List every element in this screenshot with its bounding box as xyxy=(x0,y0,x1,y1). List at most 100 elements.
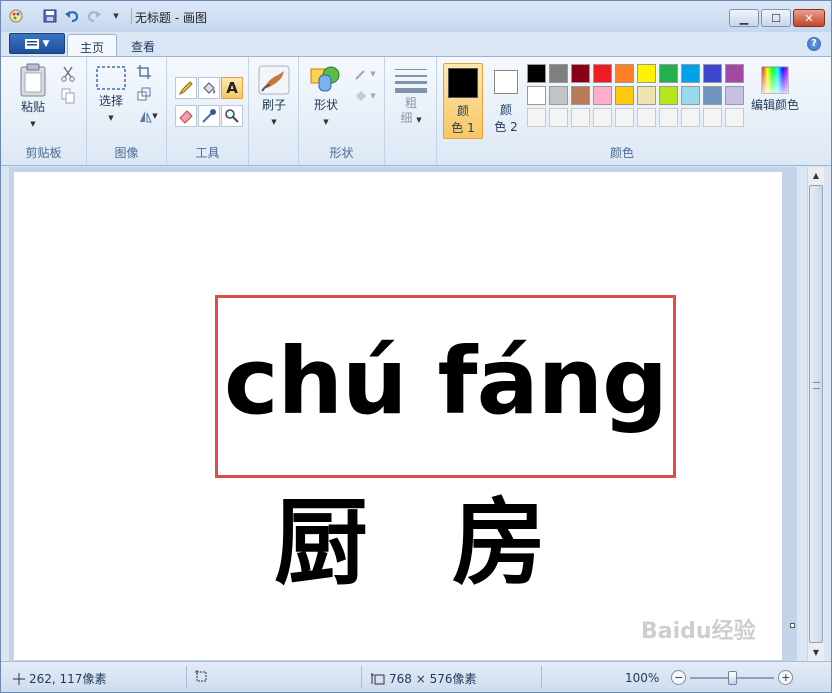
zoom-slider[interactable] xyxy=(690,670,775,685)
color-swatch[interactable] xyxy=(637,86,656,105)
copy-icon[interactable] xyxy=(59,87,77,105)
color-swatch[interactable] xyxy=(571,64,590,83)
empty-color-swatch[interactable] xyxy=(725,108,744,127)
fill-shape-icon[interactable]: ▼ xyxy=(351,87,379,105)
empty-color-swatch[interactable] xyxy=(637,108,656,127)
brushes-button[interactable]: 刷子 ▼ xyxy=(257,65,291,127)
image-size-text: 768 × 576像素 xyxy=(389,672,477,686)
tab-home[interactable]: 主页 xyxy=(67,34,118,56)
tab-view[interactable]: 查看 xyxy=(119,34,167,56)
color-swatch[interactable] xyxy=(615,86,634,105)
color-swatch[interactable] xyxy=(593,86,612,105)
scroll-thumb[interactable] xyxy=(809,185,823,643)
ribbon: 粘贴 ▼ 剪贴板 选择 ▼ ▼ 图像 A 工具 刷子 ▼ 形状 ▼ ▼ ▼ 形状… xyxy=(1,56,831,166)
ribbon-tab-row: ▼ 主页 查看 ? xyxy=(1,32,831,56)
help-icon[interactable]: ? xyxy=(807,37,821,51)
group-colors: 颜 色 1 颜 色 2 编辑颜色 颜色 xyxy=(437,57,807,165)
color-swatch[interactable] xyxy=(527,64,546,83)
color-swatch[interactable] xyxy=(725,86,744,105)
magnifier-icon[interactable] xyxy=(221,105,243,127)
select-rect-icon xyxy=(96,66,126,90)
color-swatch[interactable] xyxy=(593,64,612,83)
minimize-icon: ▁ xyxy=(739,11,749,25)
close-button[interactable]: ✕ xyxy=(793,9,825,27)
color-swatch[interactable] xyxy=(703,86,722,105)
paste-label: 粘贴 xyxy=(20,100,45,114)
zoom-control: 100% − + xyxy=(625,670,794,685)
color1-button[interactable]: 颜 色 1 xyxy=(443,63,483,139)
color-swatch[interactable] xyxy=(549,64,568,83)
chevron-down-icon: ▼ xyxy=(42,38,50,49)
empty-color-swatch[interactable] xyxy=(593,108,612,127)
color-swatch[interactable] xyxy=(549,86,568,105)
resize-icon[interactable] xyxy=(135,85,153,103)
paste-button[interactable]: 粘贴 ▼ xyxy=(11,63,55,129)
pencil-icon[interactable] xyxy=(175,77,197,99)
qat-dropdown-icon[interactable]: ▼ xyxy=(107,7,125,25)
color-swatch[interactable] xyxy=(703,64,722,83)
color-swatch[interactable] xyxy=(659,86,678,105)
empty-color-swatch[interactable] xyxy=(703,108,722,127)
drawing-canvas[interactable]: chú fáng 厨房 xyxy=(14,172,782,660)
group-label-clipboard: 剪贴板 xyxy=(25,146,62,160)
shapes-button[interactable]: 形状 ▼ xyxy=(307,63,345,127)
color-picker-icon[interactable] xyxy=(198,105,220,127)
color-swatch[interactable] xyxy=(527,86,546,105)
vertical-scrollbar[interactable]: ▲ ▼ xyxy=(807,167,824,661)
color2-swatch xyxy=(494,70,518,94)
cut-icon[interactable] xyxy=(59,65,77,83)
canvas-resize-handle[interactable] xyxy=(790,623,795,628)
empty-color-swatch[interactable] xyxy=(681,108,700,127)
group-shapes: 形状 ▼ ▼ ▼ 形状 xyxy=(299,57,385,165)
zoom-slider-knob[interactable] xyxy=(727,671,737,685)
chevron-down-icon: ▼ xyxy=(271,118,277,126)
empty-color-swatch[interactable] xyxy=(615,108,634,127)
color1-label-2: 色 1 xyxy=(451,121,475,135)
empty-color-swatch[interactable] xyxy=(549,108,568,127)
crop-icon[interactable] xyxy=(135,63,153,81)
redo-icon[interactable] xyxy=(85,7,103,25)
color-swatch[interactable] xyxy=(681,86,700,105)
brushes-label: 刷子 xyxy=(261,98,286,112)
group-label-image: 图像 xyxy=(114,146,139,160)
group-size: 粗 细 ▼ xyxy=(385,57,437,165)
color-swatch[interactable] xyxy=(681,64,700,83)
group-label-colors: 颜色 xyxy=(609,146,634,160)
zoom-out-button[interactable]: − xyxy=(671,670,687,685)
text-tool-icon[interactable]: A xyxy=(221,77,243,99)
color-swatch[interactable] xyxy=(615,64,634,83)
zoom-in-button[interactable]: + xyxy=(778,670,794,685)
empty-color-swatch[interactable] xyxy=(571,108,590,127)
size-button[interactable]: 粗 细 ▼ xyxy=(393,67,429,128)
empty-color-swatch[interactable] xyxy=(659,108,678,127)
edit-colors-button[interactable]: 编辑颜色 xyxy=(747,65,803,113)
select-button[interactable]: 选择 ▼ xyxy=(93,65,129,123)
color-swatch[interactable] xyxy=(725,64,744,83)
color2-button[interactable]: 颜 色 2 xyxy=(487,63,525,139)
paint-app-icon[interactable] xyxy=(7,7,25,25)
outline-icon[interactable]: ▼ xyxy=(351,65,379,83)
scroll-up-icon[interactable]: ▲ xyxy=(808,167,824,184)
save-icon[interactable] xyxy=(41,7,59,25)
color-swatch[interactable] xyxy=(571,86,590,105)
canvas-area[interactable]: chú fáng 厨房 xyxy=(9,167,797,661)
hanzi-text: 厨房 xyxy=(274,489,631,598)
status-divider xyxy=(361,666,362,688)
rotate-icon[interactable]: ▼ xyxy=(135,107,161,125)
maximize-button[interactable]: ☐ xyxy=(761,9,791,27)
undo-icon[interactable] xyxy=(63,7,81,25)
minimize-button[interactable]: ▁ xyxy=(729,9,759,27)
image-size-icon xyxy=(371,672,385,684)
eraser-icon[interactable] xyxy=(175,105,197,127)
chevron-down-icon: ▼ xyxy=(108,114,114,122)
color-swatch[interactable] xyxy=(637,64,656,83)
app-menu-button[interactable]: ▼ xyxy=(9,33,65,54)
edit-colors-label: 编辑颜色 xyxy=(750,98,799,112)
scroll-down-icon[interactable]: ▼ xyxy=(808,644,824,661)
zoom-level-text: 100% xyxy=(625,670,660,685)
size-label-2: 细 ▼ xyxy=(400,111,422,125)
color-swatch[interactable] xyxy=(659,64,678,83)
empty-color-swatch[interactable] xyxy=(527,108,546,127)
fill-icon[interactable] xyxy=(198,77,220,99)
baidu-watermark: Baidu经验 xyxy=(641,619,756,644)
